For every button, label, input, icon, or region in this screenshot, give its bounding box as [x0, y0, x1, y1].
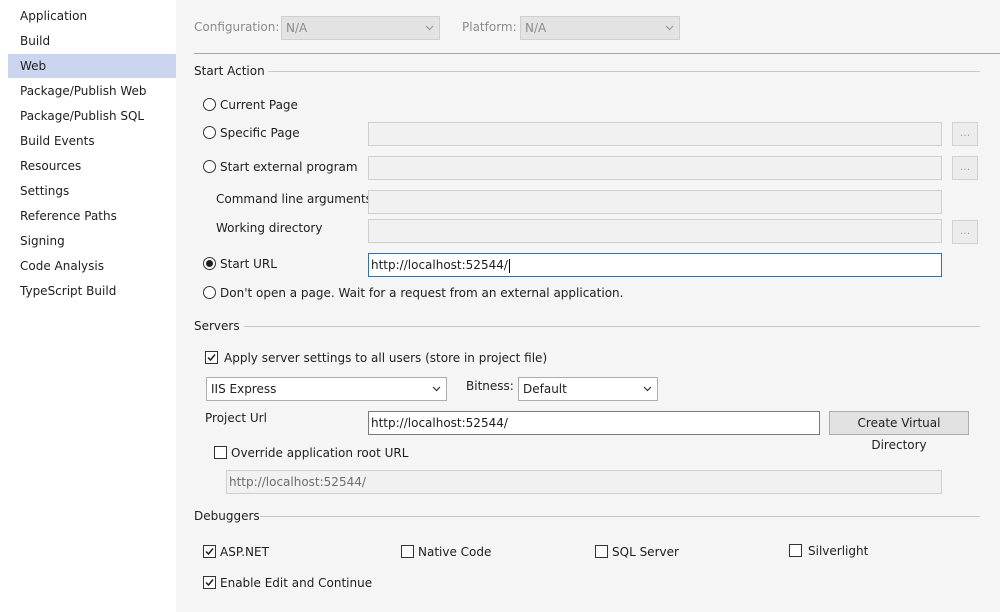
chevron-down-icon	[665, 25, 674, 31]
configuration-dropdown[interactable]: N/A	[281, 16, 440, 40]
sidebar-item-code-analysis[interactable]: Code Analysis	[8, 254, 176, 278]
start-action-divider	[268, 71, 980, 72]
current-page-radio[interactable]	[203, 98, 216, 111]
header-divider	[194, 53, 1000, 54]
sidebar-item-signing[interactable]: Signing	[8, 229, 176, 253]
specific-page-radio[interactable]	[203, 126, 216, 139]
sidebar-item-reference-paths[interactable]: Reference Paths	[8, 204, 176, 228]
override-root-label: Override application root URL	[231, 446, 409, 460]
specific-page-browse-button[interactable]: ...	[952, 122, 978, 146]
project-url-input[interactable]: http://localhost:52544/	[368, 411, 820, 435]
external-program-browse-button[interactable]: ...	[952, 156, 978, 180]
aspnet-debugger-checkbox[interactable]	[203, 545, 216, 558]
settings-sidebar: Application Build Web Package/Publish We…	[0, 0, 182, 612]
checkmark-icon	[205, 548, 214, 556]
checkmark-icon	[207, 354, 216, 362]
chevron-down-icon	[432, 386, 441, 392]
create-virtual-directory-button[interactable]: Create Virtual Directory	[829, 411, 969, 452]
chevron-down-icon	[643, 386, 652, 392]
server-type-value: IIS Express	[211, 382, 277, 396]
debuggers-title: Debuggers	[194, 509, 260, 523]
servers-divider	[244, 326, 980, 327]
debuggers-divider	[260, 516, 980, 517]
start-url-radio[interactable]	[203, 257, 216, 270]
sidebar-item-web[interactable]: Web	[8, 54, 182, 78]
project-url-label: Project Url	[205, 411, 267, 425]
sql-server-debugger-checkbox[interactable]	[595, 545, 608, 558]
native-code-debugger-checkbox[interactable]	[401, 545, 414, 558]
sidebar-item-settings[interactable]: Settings	[8, 179, 176, 203]
start-url-input[interactable]: http://localhost:52544/	[368, 253, 942, 277]
start-url-label: Start URL	[220, 257, 277, 271]
chevron-down-icon	[425, 25, 434, 31]
start-action-title: Start Action	[194, 64, 265, 78]
servers-title: Servers	[194, 319, 240, 333]
bitness-dropdown[interactable]: Default	[518, 377, 658, 401]
aspnet-debugger-label: ASP.NET	[220, 545, 269, 559]
sidebar-item-package-publish-sql[interactable]: Package/Publish SQL	[8, 104, 176, 128]
dont-open-page-radio[interactable]	[203, 286, 216, 299]
sidebar-item-package-publish-web[interactable]: Package/Publish Web	[8, 79, 176, 103]
server-type-dropdown[interactable]: IIS Express	[206, 377, 447, 401]
external-program-label: Start external program	[220, 160, 358, 174]
configuration-value: N/A	[286, 21, 308, 35]
sql-server-debugger-label: SQL Server	[612, 545, 679, 559]
current-page-label: Current Page	[220, 98, 298, 112]
sidebar-item-resources[interactable]: Resources	[8, 154, 176, 178]
text-caret	[508, 258, 510, 273]
configuration-label: Configuration:	[194, 20, 280, 34]
command-line-label: Command line arguments	[216, 192, 372, 206]
apply-settings-checkbox[interactable]	[205, 351, 218, 364]
dont-open-page-label: Don't open a page. Wait for a request fr…	[220, 286, 624, 300]
silverlight-debugger-checkbox[interactable]	[789, 544, 802, 557]
platform-dropdown[interactable]: N/A	[520, 16, 680, 40]
apply-settings-label: Apply server settings to all users (stor…	[224, 351, 548, 365]
web-properties-panel: Configuration: N/A Platform: N/A Start A…	[176, 0, 1000, 612]
specific-page-input[interactable]	[368, 122, 942, 146]
silverlight-debugger-label: Silverlight	[808, 544, 869, 558]
working-directory-browse-button[interactable]: ...	[952, 220, 978, 244]
external-program-input[interactable]	[368, 156, 942, 180]
external-program-radio[interactable]	[203, 160, 216, 173]
bitness-value: Default	[523, 382, 567, 396]
override-root-input[interactable]: http://localhost:52544/	[226, 470, 942, 494]
start-url-value: http://localhost:52544/	[371, 258, 508, 272]
sidebar-item-build-events[interactable]: Build Events	[8, 129, 176, 153]
edit-and-continue-label: Enable Edit and Continue	[220, 576, 373, 590]
native-code-debugger-label: Native Code	[418, 545, 492, 559]
platform-label: Platform:	[462, 20, 517, 34]
working-directory-input[interactable]	[368, 219, 942, 243]
bitness-label: Bitness:	[466, 379, 514, 393]
sidebar-item-application[interactable]: Application	[8, 4, 176, 28]
override-root-checkbox[interactable]	[214, 446, 227, 459]
sidebar-item-build[interactable]: Build	[8, 29, 176, 53]
specific-page-label: Specific Page	[220, 126, 300, 140]
platform-value: N/A	[525, 21, 547, 35]
working-directory-label: Working directory	[216, 221, 323, 235]
sidebar-item-typescript-build[interactable]: TypeScript Build	[8, 279, 176, 303]
edit-and-continue-checkbox[interactable]	[203, 576, 216, 589]
checkmark-icon	[205, 579, 214, 587]
command-line-input[interactable]	[368, 190, 942, 214]
